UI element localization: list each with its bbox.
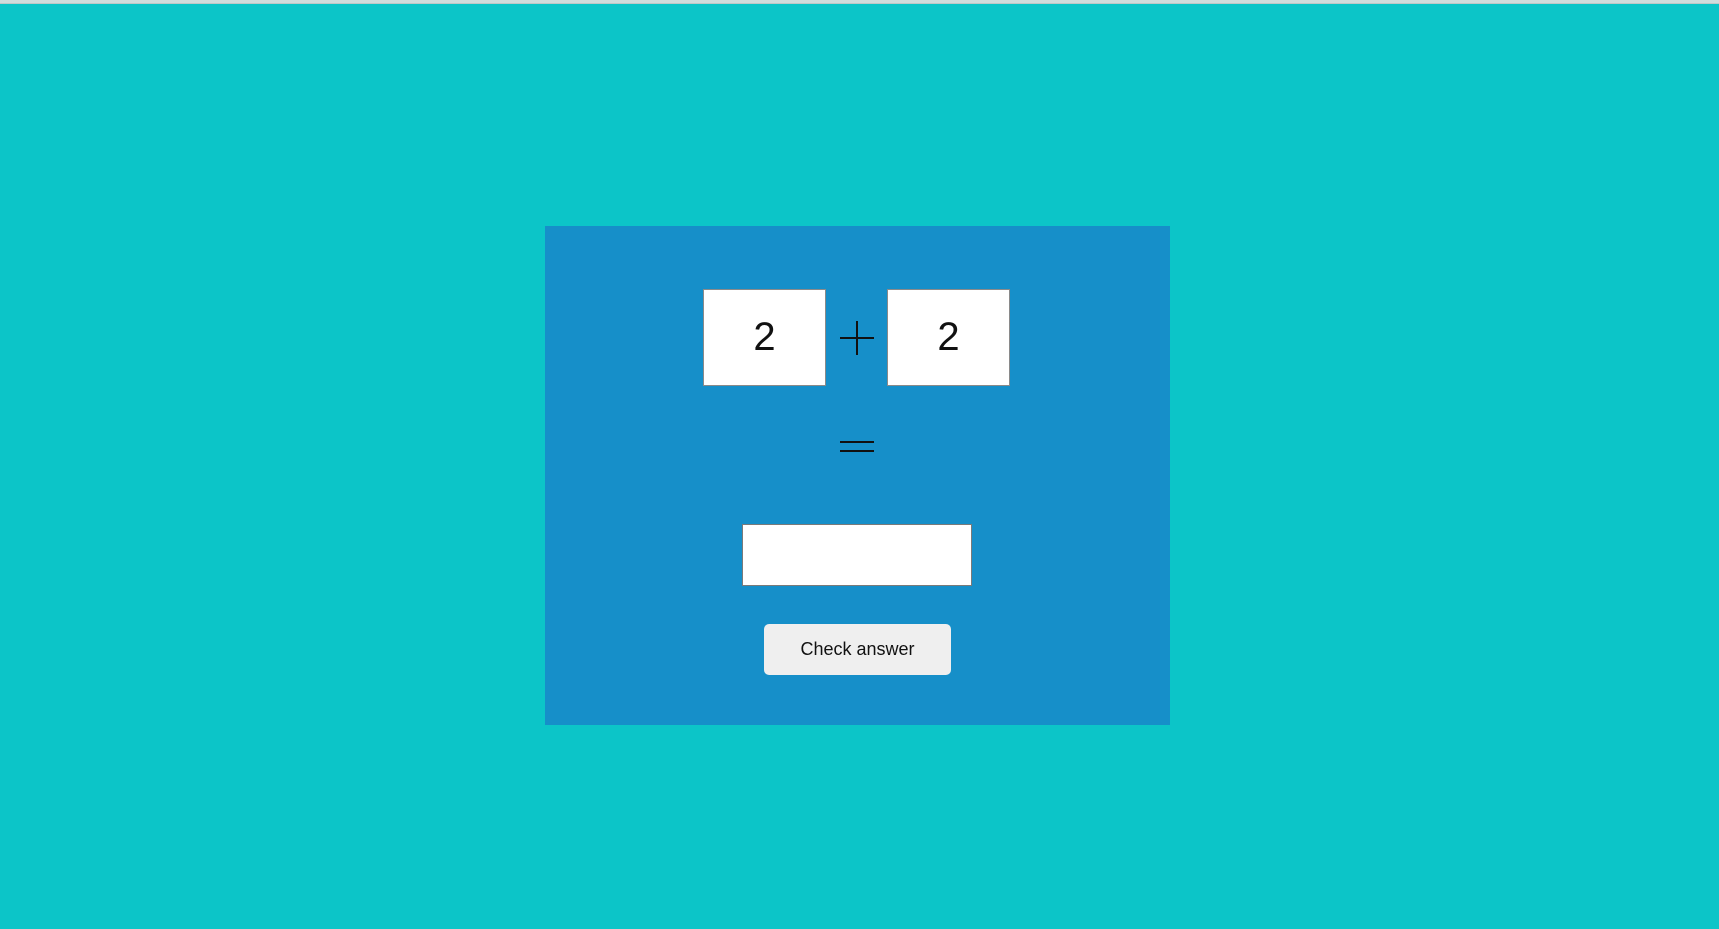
quiz-panel: 2 2 Check answer bbox=[545, 226, 1170, 725]
operand-b-box: 2 bbox=[887, 289, 1010, 386]
answer-input[interactable] bbox=[742, 524, 972, 586]
operand-a-box: 2 bbox=[703, 289, 826, 386]
check-answer-button[interactable]: Check answer bbox=[764, 624, 951, 675]
plus-icon bbox=[839, 320, 875, 356]
equals-icon bbox=[839, 428, 875, 464]
browser-top-edge bbox=[0, 0, 1719, 4]
